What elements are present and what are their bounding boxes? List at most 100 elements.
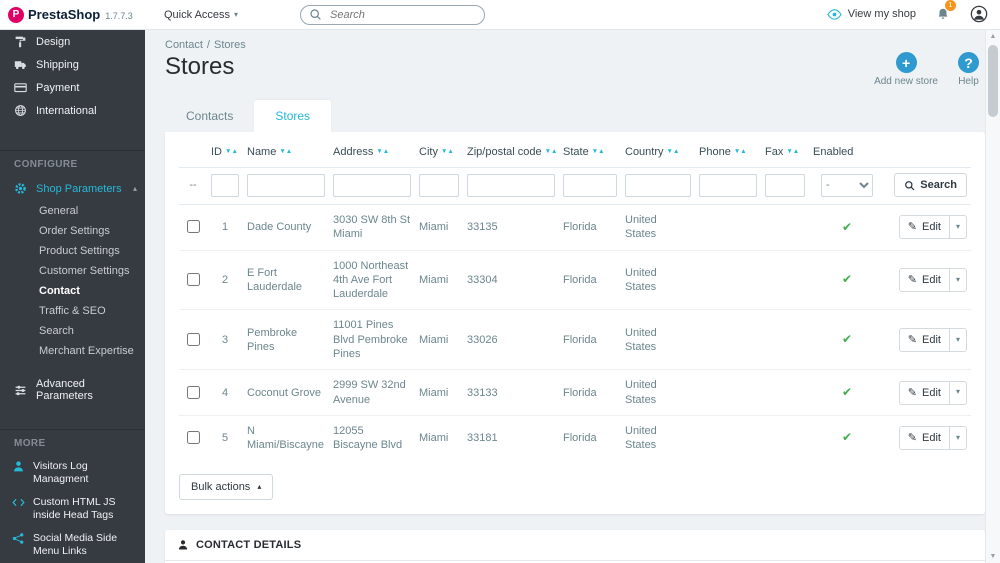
tab-contacts[interactable]: Contacts bbox=[165, 100, 254, 132]
filter-zip-input[interactable] bbox=[467, 173, 555, 197]
help-button[interactable]: ? Help bbox=[958, 52, 979, 87]
global-search[interactable] bbox=[300, 4, 486, 25]
filter-city-input[interactable] bbox=[419, 173, 459, 197]
col-name[interactable]: Name ▼▲ bbox=[243, 136, 329, 168]
bulk-actions-button[interactable]: Bulk actions ▴ bbox=[179, 473, 274, 500]
sidebar-item-social-media-menu[interactable]: Social Media Side Menu Links bbox=[0, 527, 145, 563]
cell-address: 2999 SW 32nd Avenue bbox=[329, 369, 415, 416]
sidebar-item-product-settings[interactable]: Product Settings bbox=[0, 241, 145, 261]
credit-card-icon bbox=[14, 81, 27, 94]
col-country[interactable]: Country ▼▲ bbox=[621, 136, 695, 168]
cell-id: 5 bbox=[207, 414, 243, 461]
notifications-button[interactable]: 1 bbox=[936, 0, 956, 23]
col-city[interactable]: City ▼▲ bbox=[415, 136, 463, 168]
sidebar-item-general[interactable]: General bbox=[0, 201, 145, 221]
sort-icons[interactable]: ▼▲ bbox=[279, 148, 292, 155]
enabled-check-icon[interactable]: ✔ bbox=[842, 332, 852, 346]
sort-icons[interactable]: ▼▲ bbox=[592, 148, 605, 155]
col-id[interactable]: ID ▼▲ bbox=[207, 136, 243, 168]
edit-button[interactable]: ✎ Edit ▾ bbox=[898, 215, 967, 240]
cell-name: Coconut Grove bbox=[243, 369, 329, 416]
chevron-down-icon: ▾ bbox=[955, 222, 960, 232]
prestashop-logo[interactable]: P PrestaShop 1.7.7.3 bbox=[0, 6, 150, 23]
col-address[interactable]: Address ▼▲ bbox=[329, 136, 415, 168]
sidebar-item-payment[interactable]: Payment bbox=[0, 76, 145, 99]
edit-dropdown-caret[interactable]: ▾ bbox=[948, 427, 966, 450]
sidebar-item-custom-html[interactable]: Custom HTML JS inside Head Tags bbox=[0, 491, 145, 527]
col-state[interactable]: State ▼▲ bbox=[559, 136, 621, 168]
table-row: 4 Coconut Grove 2999 SW 32nd Avenue Miam… bbox=[179, 369, 971, 416]
row-checkbox[interactable] bbox=[187, 272, 200, 286]
cell-name: Pembroke Pines bbox=[243, 309, 329, 370]
chevron-down-icon: ▾ bbox=[234, 10, 239, 19]
add-new-store-button[interactable]: + Add new store bbox=[874, 52, 938, 87]
quick-access-menu[interactable]: Quick Access ▾ bbox=[164, 9, 238, 21]
scroll-down-icon[interactable]: ▼ bbox=[986, 553, 1000, 560]
stores-table: ID ▼▲ Name ▼▲ Address ▼▲ City ▼▲ Zip/postal … bbox=[179, 136, 971, 461]
sidebar-item-merchant-expertise[interactable]: Merchant Expertise bbox=[0, 341, 145, 361]
code-icon bbox=[12, 496, 25, 509]
sort-icons[interactable]: ▼▲ bbox=[545, 148, 558, 155]
profile-menu[interactable] bbox=[970, 5, 988, 23]
edit-button[interactable]: ✎ Edit ▾ bbox=[898, 268, 967, 293]
row-checkbox[interactable] bbox=[187, 332, 200, 346]
sort-icons[interactable]: ▼▲ bbox=[441, 148, 454, 155]
table-search-button[interactable]: Search bbox=[894, 173, 967, 197]
sidebar-item-label: Shipping bbox=[36, 58, 79, 71]
sidebar-item-shipping[interactable]: Shipping bbox=[0, 53, 145, 76]
sidebar-item-shop-parameters[interactable]: Shop Parameters ▴ bbox=[0, 176, 145, 200]
edit-dropdown-caret[interactable]: ▾ bbox=[948, 269, 966, 292]
edit-button[interactable]: ✎ Edit ▾ bbox=[898, 380, 967, 405]
sidebar-item-label: Payment bbox=[36, 81, 80, 94]
edit-dropdown-caret[interactable]: ▾ bbox=[948, 216, 966, 239]
view-my-shop-link[interactable]: View my shop bbox=[826, 7, 916, 22]
sidebar-item-contact[interactable]: Contact bbox=[0, 281, 145, 301]
notification-badge: 1 bbox=[945, 0, 956, 12]
sidebar-item-search[interactable]: Search bbox=[0, 321, 145, 341]
sidebar-item-design[interactable]: Design bbox=[0, 30, 145, 53]
edit-button[interactable]: ✎ Edit ▾ bbox=[898, 327, 967, 352]
scrollbar-thumb[interactable] bbox=[988, 45, 998, 117]
cell-zip: 33304 bbox=[463, 249, 559, 310]
edit-dropdown-caret[interactable]: ▾ bbox=[948, 381, 966, 404]
gear-icon bbox=[14, 182, 27, 195]
row-checkbox[interactable] bbox=[187, 385, 200, 399]
col-phone[interactable]: Phone ▼▲ bbox=[695, 136, 761, 168]
sort-icons[interactable]: ▼▲ bbox=[376, 148, 389, 155]
filter-state-input[interactable] bbox=[563, 173, 617, 197]
breadcrumb-parent[interactable]: Contact bbox=[165, 39, 203, 51]
sort-icons[interactable]: ▼▲ bbox=[734, 148, 747, 155]
col-fax[interactable]: Fax ▼▲ bbox=[761, 136, 809, 168]
filter-fax-input[interactable] bbox=[765, 173, 805, 197]
filter-country-input[interactable] bbox=[625, 173, 691, 197]
enabled-check-icon[interactable]: ✔ bbox=[842, 385, 852, 399]
vertical-scrollbar[interactable]: ▲ ▼ bbox=[985, 30, 1000, 563]
sort-icons[interactable]: ▼▲ bbox=[667, 148, 680, 155]
edit-button[interactable]: ✎ Edit ▾ bbox=[898, 426, 967, 451]
enabled-check-icon[interactable]: ✔ bbox=[842, 272, 852, 286]
col-zip[interactable]: Zip/postal code ▼▲ bbox=[463, 136, 559, 168]
more-section-header: MORE bbox=[0, 429, 145, 455]
filter-enabled-select[interactable]: - bbox=[821, 173, 873, 197]
tab-stores[interactable]: Stores bbox=[254, 100, 332, 132]
row-checkbox[interactable] bbox=[187, 431, 200, 445]
sidebar-item-order-settings[interactable]: Order Settings bbox=[0, 221, 145, 241]
sidebar-item-traffic-seo[interactable]: Traffic & SEO bbox=[0, 301, 145, 321]
sidebar-item-advanced-parameters[interactable]: Advanced Parameters bbox=[0, 373, 145, 407]
filter-name-input[interactable] bbox=[247, 173, 325, 197]
contact-details-header: CONTACT DETAILS bbox=[165, 530, 985, 561]
filter-id-input[interactable] bbox=[211, 173, 239, 197]
search-input[interactable] bbox=[328, 7, 477, 22]
enabled-check-icon[interactable]: ✔ bbox=[842, 220, 852, 234]
edit-dropdown-caret[interactable]: ▾ bbox=[948, 328, 966, 351]
sort-icons[interactable]: ▼▲ bbox=[225, 148, 238, 155]
row-checkbox[interactable] bbox=[187, 220, 200, 234]
sort-icons[interactable]: ▼▲ bbox=[786, 148, 799, 155]
filter-address-input[interactable] bbox=[333, 173, 411, 197]
filter-phone-input[interactable] bbox=[699, 173, 757, 197]
sidebar-item-visitors-log[interactable]: Visitors Log Managment bbox=[0, 455, 145, 491]
sidebar-item-international[interactable]: International bbox=[0, 99, 145, 122]
scroll-up-icon[interactable]: ▲ bbox=[986, 33, 1000, 40]
enabled-check-icon[interactable]: ✔ bbox=[842, 430, 852, 444]
sidebar-item-customer-settings[interactable]: Customer Settings bbox=[0, 261, 145, 281]
